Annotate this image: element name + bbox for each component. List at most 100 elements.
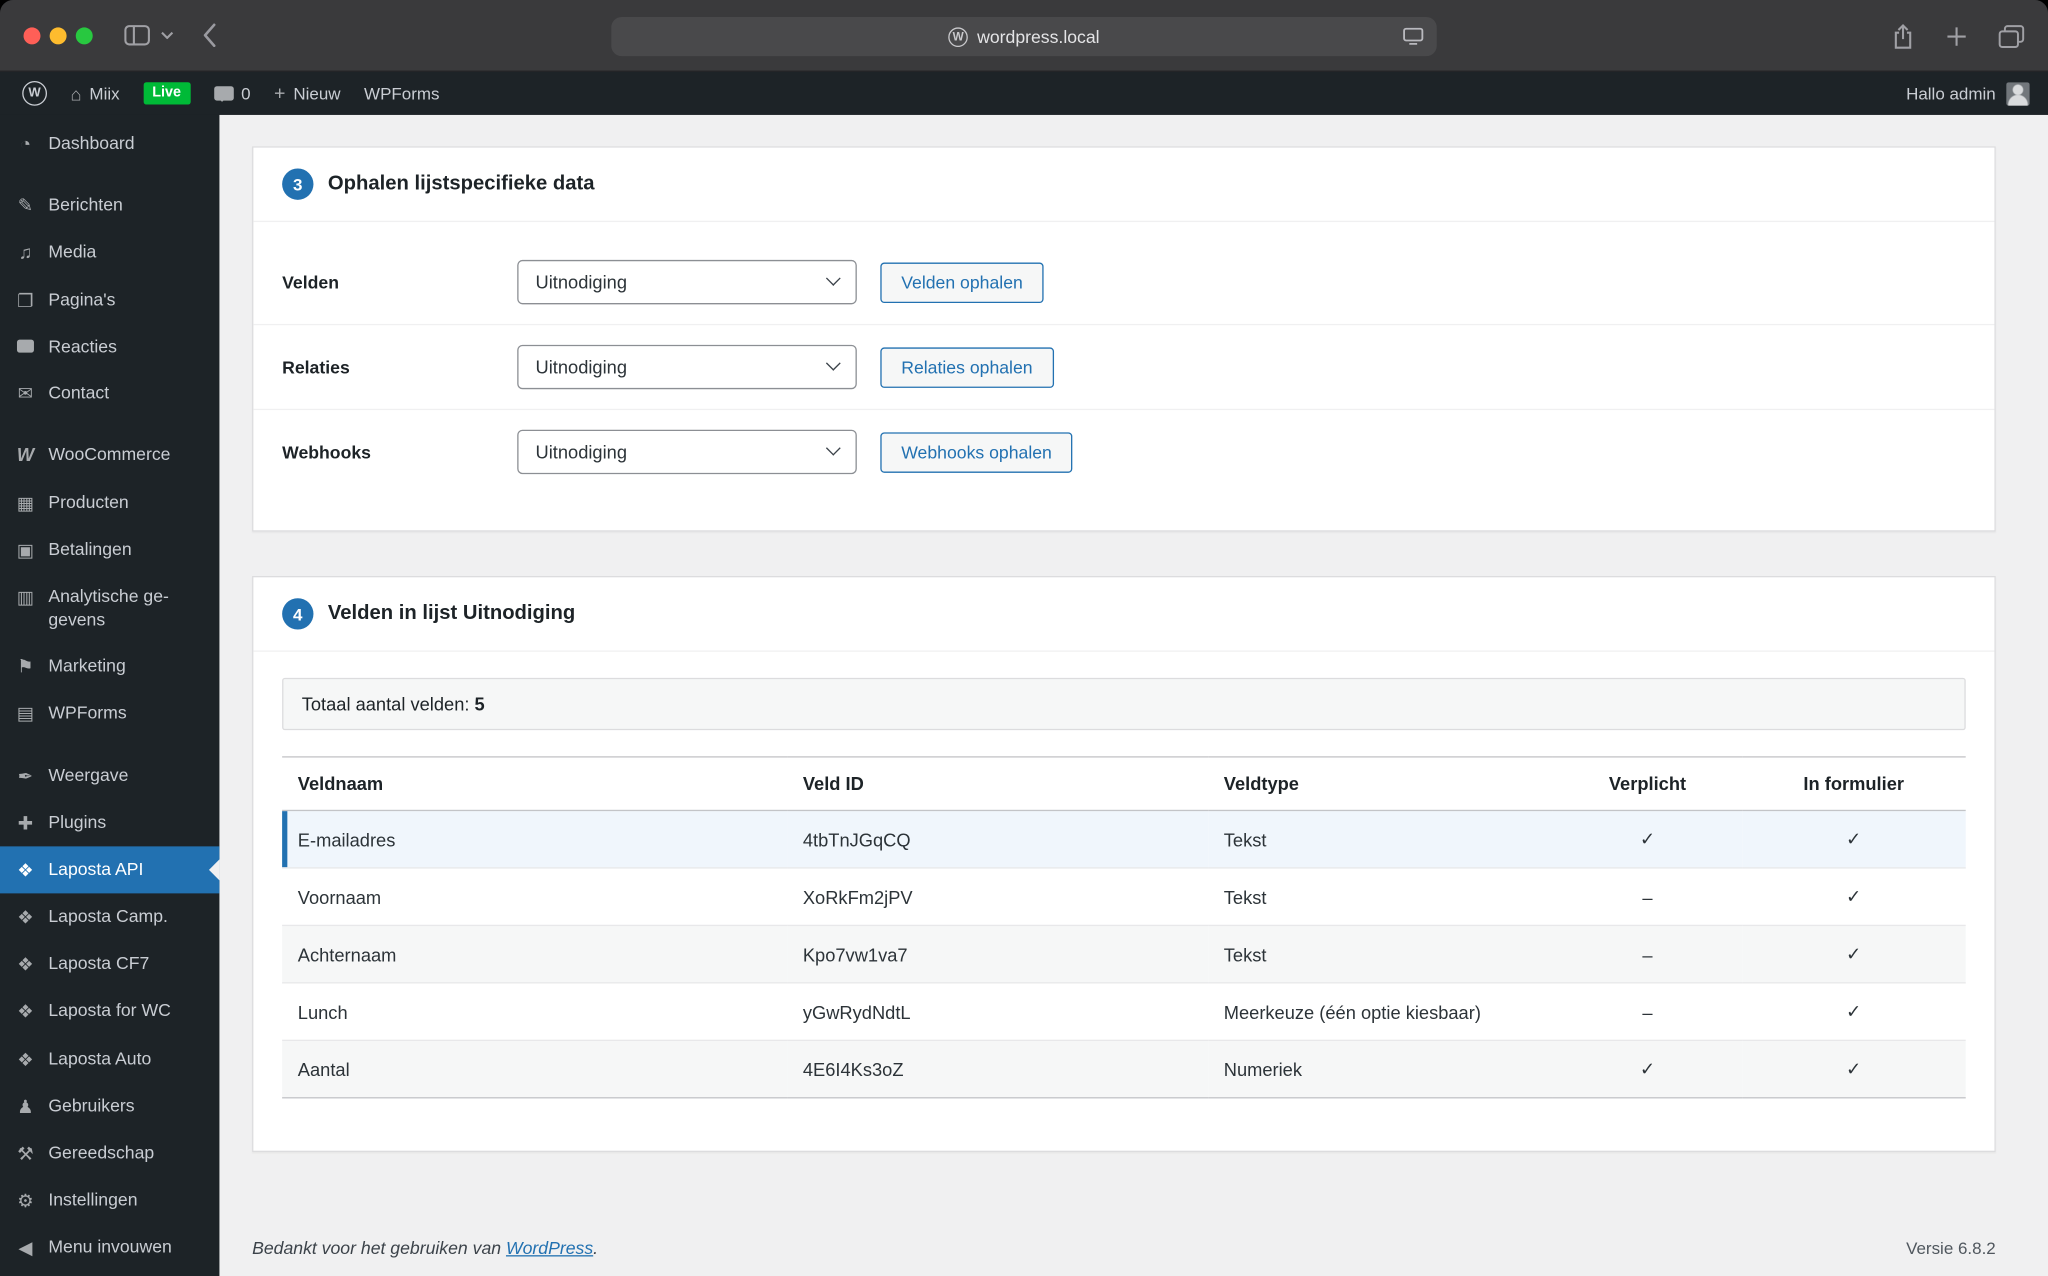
step-number-badge: 4 xyxy=(282,598,314,630)
home-icon: ⌂ xyxy=(70,82,82,104)
minimize-window-button[interactable] xyxy=(49,26,67,44)
sidebar-item-label: Instellingen xyxy=(48,1190,138,1210)
sidebar-item-wpforms[interactable]: ▤ WPForms xyxy=(0,690,219,737)
products-icon: ▦ xyxy=(16,491,35,513)
table-header-row: Veldnaam Veld ID Veldtype Verplicht In f… xyxy=(282,756,1966,812)
chevron-down-icon[interactable] xyxy=(161,31,174,40)
payments-icon: ▣ xyxy=(16,539,35,561)
sidebar-item-marketing[interactable]: ⚑ Marketing xyxy=(0,643,219,690)
tab-overview-icon[interactable] xyxy=(1998,24,2025,48)
relaties-ophalen-button[interactable]: Relaties ophalen xyxy=(880,346,1054,388)
sidebar-item-dashboard[interactable]: ◔ Dashboard xyxy=(0,120,219,167)
zoom-window-button[interactable] xyxy=(75,26,93,44)
sidebar-item-label: Pagina's xyxy=(48,289,116,309)
sidebar-item-media[interactable]: ♫ Media xyxy=(0,229,219,276)
sidebar-item-label: Laposta CF7 xyxy=(48,953,150,974)
pages-icon: ❐ xyxy=(17,289,34,311)
wp-logo-menu[interactable]: W xyxy=(10,72,58,115)
browser-window: W wordpress.local W ⌂ Miix Live 0 + Nieu… xyxy=(0,0,2048,1276)
step-number-badge: 3 xyxy=(282,168,314,200)
sidebar-item-paginas[interactable]: ❐ Pagina's xyxy=(0,276,219,323)
site-name-menu[interactable]: ⌂ Miix xyxy=(59,72,132,115)
collapse-menu-button[interactable]: ◀ Menu invouwen xyxy=(0,1224,219,1271)
menu-separator xyxy=(0,167,219,181)
browser-toolbar: W wordpress.local xyxy=(0,0,2048,72)
sidebar-item-label: Contact xyxy=(48,383,110,403)
sidebar-item-gereedschap[interactable]: ⚒ Gereedschap xyxy=(0,1130,219,1177)
contact-icon: ✉ xyxy=(17,383,34,404)
sidebar-item-woocommerce[interactable]: W WooCommerce xyxy=(0,432,219,479)
cell-verplicht: – xyxy=(1553,867,1742,927)
sidebar-item-laposta-api[interactable]: ❖ Laposta API xyxy=(0,846,220,894)
sidebar-toggle-icon[interactable] xyxy=(124,25,150,46)
sidebar-item-betalingen[interactable]: ▣ Betalingen xyxy=(0,526,219,573)
col-veldtype: Veldtype xyxy=(1208,756,1554,812)
step4-title: Velden in lijst Uitnodiging xyxy=(327,602,576,625)
new-tab-icon[interactable] xyxy=(1946,25,1967,46)
table-row: Aantal 4E6I4Ks3oZ Numeriek ✓ ✓ xyxy=(282,1040,1966,1099)
total-fields-label: Totaal aantal velden: xyxy=(301,693,470,715)
marketing-icon: ⚑ xyxy=(17,655,34,677)
sidebar-item-label: Laposta Camp. xyxy=(48,906,168,927)
velden-select[interactable]: Uitnodiging xyxy=(517,259,857,305)
footer-thanks-period: . xyxy=(593,1238,599,1258)
footer-thanks: Bedankt voor het gebruiken van WordPress… xyxy=(252,1238,598,1258)
laposta-icon: ❖ xyxy=(17,953,34,975)
share-icon[interactable] xyxy=(1891,23,1915,49)
live-badge[interactable]: Live xyxy=(131,72,202,115)
display-icon[interactable] xyxy=(1403,27,1424,49)
select-value: Uitnodiging xyxy=(535,441,628,463)
sidebar-item-berichten[interactable]: ✎ Berichten xyxy=(0,182,219,229)
total-fields-value: 5 xyxy=(474,693,485,715)
new-content-menu[interactable]: + Nieuw xyxy=(262,72,352,115)
sidebar-item-reacties[interactable]: Reacties xyxy=(0,324,219,370)
cell-veld-id: yGwRydNdtL xyxy=(787,982,1209,1041)
sidebar-item-contact[interactable]: ✉ Contact xyxy=(0,370,219,417)
webhooks-row: Webhooks Uitnodiging Webhooks ophalen xyxy=(253,408,1995,494)
sidebar-item-label: Reacties xyxy=(48,336,117,357)
comments-menu[interactable]: 0 xyxy=(202,72,262,115)
sidebar-item-weergave[interactable]: ✒ Weergave xyxy=(0,752,219,799)
menu-separator xyxy=(0,737,219,751)
cell-veldnaam: Voornaam xyxy=(282,867,788,927)
step3-header: 3 Ophalen lijstspecifieke data xyxy=(253,148,1995,223)
sidebar-item-label: Menu invouwen xyxy=(48,1237,172,1257)
sidebar-item-analytische-gegevens[interactable]: ▥ Analytische ge-gevens xyxy=(0,573,219,642)
account-menu[interactable]: Hallo admin xyxy=(1906,81,2037,106)
comment-bubble-icon xyxy=(213,86,234,102)
table-row: E-mailadres 4tbTnJGqCQ Tekst ✓ ✓ xyxy=(282,810,1966,869)
back-button[interactable] xyxy=(202,23,216,48)
sidebar-item-instellingen[interactable]: ⚙ Instellingen xyxy=(0,1177,219,1224)
cell-in-formulier: ✓ xyxy=(1741,982,1966,1041)
address-bar[interactable]: W wordpress.local xyxy=(611,16,1437,57)
plugins-icon: ✚ xyxy=(17,812,34,833)
cell-veldnaam: Lunch xyxy=(282,982,788,1041)
sidebar-item-laposta-camp[interactable]: ❖ Laposta Camp. xyxy=(0,893,219,940)
sidebar-item-gebruikers[interactable]: ♟ Gebruikers xyxy=(0,1083,219,1130)
sidebar-item-label: Laposta API xyxy=(48,859,144,879)
sidebar-item-plugins[interactable]: ✚ Plugins xyxy=(0,799,219,846)
cell-veldtype: Tekst xyxy=(1208,867,1554,927)
cell-in-formulier: ✓ xyxy=(1741,1040,1966,1099)
velden-ophalen-button[interactable]: Velden ophalen xyxy=(880,261,1044,303)
cell-veldtype: Meerkeuze (één optie kiesbaar) xyxy=(1208,982,1554,1041)
cell-in-formulier: ✓ xyxy=(1741,810,1966,869)
wpforms-menu[interactable]: WPForms xyxy=(352,72,451,115)
cell-veld-id: XoRkFm2jPV xyxy=(787,867,1209,927)
analytics-icon: ▥ xyxy=(16,586,35,608)
relaties-select[interactable]: Uitnodiging xyxy=(517,344,857,390)
sidebar-item-laposta-cf7[interactable]: ❖ Laposta CF7 xyxy=(0,941,219,988)
new-label: Nieuw xyxy=(293,83,341,104)
sidebar-item-laposta-auto[interactable]: ❖ Laposta Auto xyxy=(0,1035,219,1082)
wordpress-link[interactable]: WordPress xyxy=(506,1238,593,1258)
window-controls xyxy=(23,26,93,44)
webhooks-ophalen-button[interactable]: Webhooks ophalen xyxy=(880,431,1073,473)
close-window-button[interactable] xyxy=(23,26,41,44)
cell-veldnaam: Achternaam xyxy=(282,925,788,984)
webhooks-select[interactable]: Uitnodiging xyxy=(517,429,857,475)
sidebar-item-producten[interactable]: ▦ Producten xyxy=(0,479,219,526)
col-verplicht: Verplicht xyxy=(1553,756,1742,812)
sidebar-item-laposta-for-wc[interactable]: ❖ Laposta for WC xyxy=(0,988,219,1035)
plus-icon: + xyxy=(274,82,286,105)
sidebar-item-label: Laposta Auto xyxy=(48,1048,152,1068)
